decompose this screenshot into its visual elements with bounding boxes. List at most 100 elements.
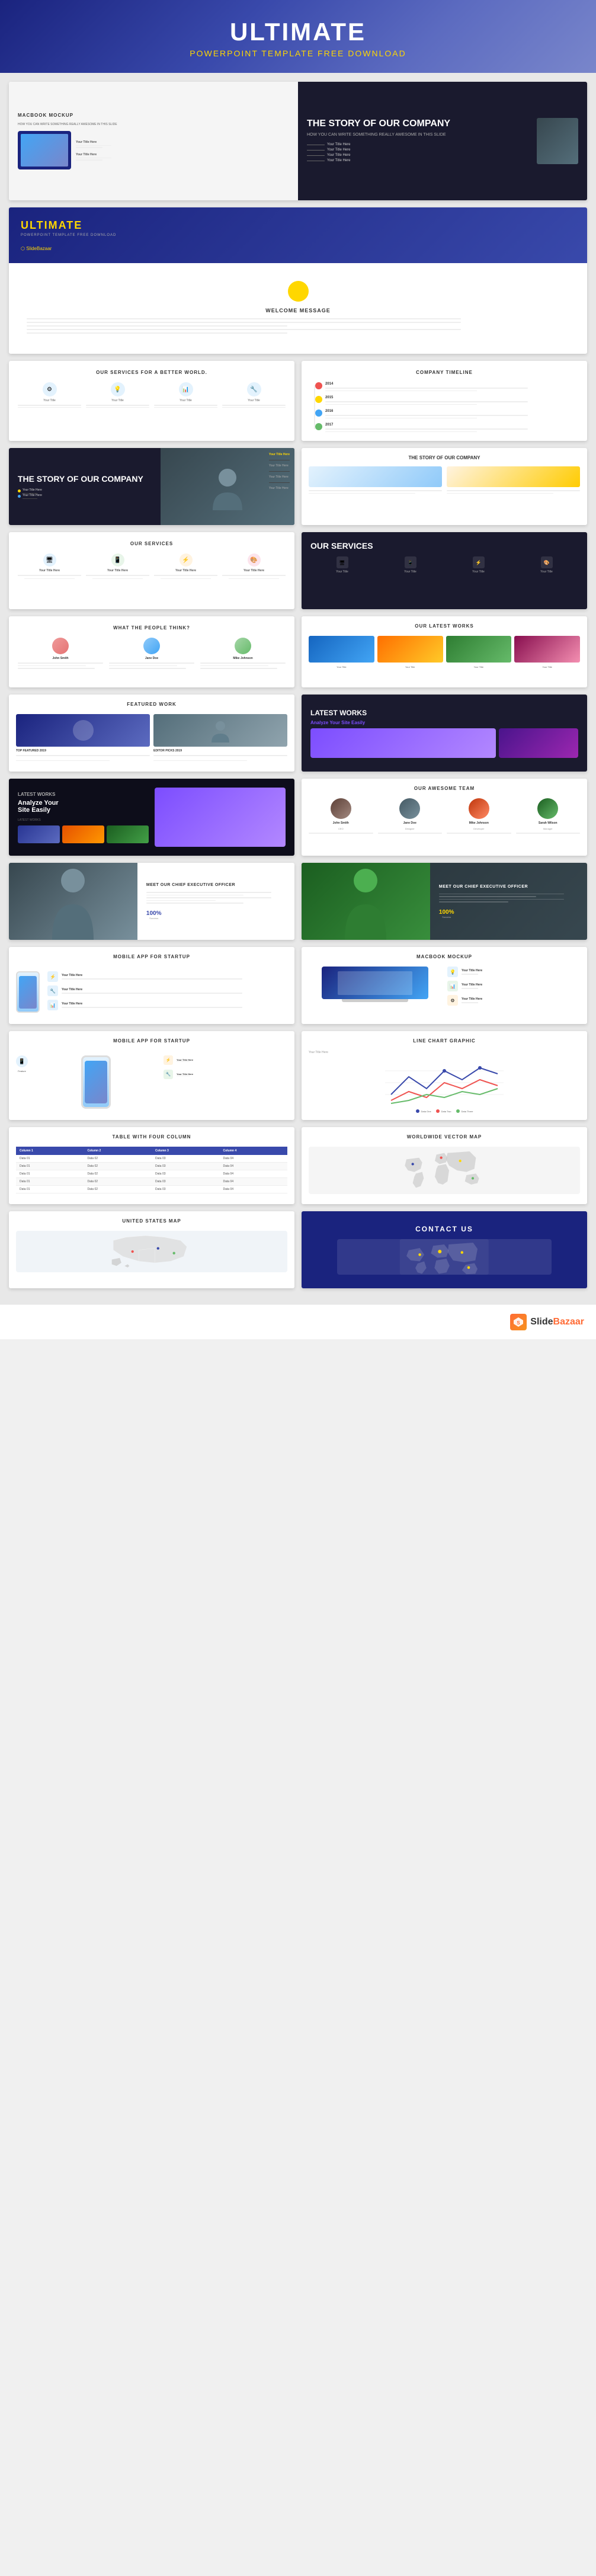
team-grid: John Smith CEO Jane Doe Designer Mike Jo… [309, 798, 580, 836]
page-footer: S SlideBazaar [0, 1304, 596, 1339]
service-dark-icon-3: ⚡ [473, 556, 485, 568]
timeline-item-1: 2014 [325, 382, 578, 391]
launch-thumb-2 [62, 825, 104, 843]
slidebazaar-bazaar: Bazaar [553, 1317, 584, 1327]
table-cell-2-3: Data 03 [152, 1163, 220, 1170]
t-line-1b [18, 665, 86, 667]
macbook-text-col2: Your Title Here [76, 153, 111, 161]
macbook-grid: 💡 Your Title Here 📊 Your Title Here [309, 967, 580, 1006]
service-dark-icon-2: 📱 [405, 556, 416, 568]
table-header-4: Column 4 [220, 1147, 288, 1155]
latest-dark-img-2 [499, 728, 578, 758]
testimonial-content: WHAT THE PEOPLE THINK? John Smith Jan [9, 616, 294, 687]
macbook-features-list: 💡 Your Title Here 📊 Your Title Here [447, 967, 580, 1006]
our-service-label-1: Your Title Here [39, 569, 60, 572]
testimonial-name-3: Mike Johnson [233, 657, 252, 660]
usa-map-content: UNITED STATES MAP [9, 1211, 294, 1288]
featured-circle-1 [73, 720, 94, 741]
featured-line-2a [153, 755, 287, 756]
our-service-line-4a [222, 575, 286, 576]
story-side-line-3 [269, 482, 290, 483]
timeline-content: COMPANY TIMELINE 2014 20 [302, 361, 587, 441]
launch-thumb-1 [18, 825, 60, 843]
featured-label-1: TOP FEATURED 2019 [16, 749, 150, 753]
team-photo-3 [469, 798, 489, 819]
slide-story-dark: THE STORY OF OUR COMPANY Your Title Here [9, 448, 294, 525]
service-line-4a [222, 405, 286, 406]
timeline-line-3 [325, 415, 528, 416]
slide-line-chart: LINE CHART GRAPHIC Your Title Here [302, 1031, 587, 1120]
mobile-feature-label-1: Your Title Here [62, 974, 287, 977]
macbook-feature-2: 📊 Your Title Here [447, 981, 580, 991]
contact-content: CONTACT US [302, 1211, 587, 1288]
team-photo-2 [399, 798, 420, 819]
service-label-4: Your Title [248, 399, 260, 402]
services-dark-title: OUR SERVICES [310, 541, 578, 551]
timeline-dot-4 [315, 423, 322, 430]
macbook-feature-label-3: Your Title Here [462, 997, 482, 1001]
contact-map-svg [337, 1239, 552, 1275]
story-side-text-3: Your Title Here [269, 487, 290, 490]
avatar-2 [143, 638, 160, 654]
slide-our-services-white: OUR SERVICES 🖥 Your Title Here 📱 Your Ti… [9, 532, 294, 609]
world-map-title: WORLDWIDE VECTOR MAP [309, 1134, 580, 1140]
story-title: THE STORY OF OUR COMPANY [307, 118, 531, 129]
ceo-stat-1: 100% Success [146, 910, 162, 920]
chart-subtitle: Your Title Here [309, 1051, 580, 1054]
story-person-svg [204, 463, 251, 510]
work-thumb-3 [446, 636, 512, 663]
slide-timeline: COMPANY TIMELINE 2014 20 [302, 361, 587, 441]
macbook-feature-label-2: Your Title Here [462, 983, 482, 987]
ceo-dark-stat-num: 100% [439, 909, 454, 916]
ceo-dark-stats: 100% Success [439, 909, 578, 919]
story-bullet-2: Your Title Here [18, 494, 152, 499]
slide-hero-inner: MACBOOK MOCKUP HOW YOU CAN WRITE SOMETHI… [9, 82, 587, 200]
ceo-dark-stat-label: Success [439, 916, 454, 919]
table-cell-5-2: Data 02 [84, 1186, 152, 1193]
team-photo-1 [331, 798, 351, 819]
t-line-1c [18, 668, 95, 669]
data-table: Column 1 Column 2 Column 3 Column 4 Data… [16, 1147, 287, 1193]
timeline-line-3b [325, 418, 477, 419]
slidebazaar-brand-text: SlideBazaar [530, 1317, 584, 1327]
table-cell-3-1: Data 01 [16, 1170, 84, 1178]
work-thumb-2 [377, 636, 443, 663]
macbook-device-img-1 [322, 967, 428, 999]
slidebazaar-icon: S [510, 1314, 527, 1330]
service-dark-3: ⚡ Your Title [447, 556, 510, 574]
bullet-text-1: Your Title Here [327, 143, 350, 146]
macbook-text-cols: Your Title Here Your Title Here [76, 140, 111, 161]
mobile-feature-line-1 [62, 978, 242, 980]
team-content: OUR AWESOME TEAM John Smith CEO Jane Doe… [302, 779, 587, 850]
timeline-year-4: 2017 [325, 423, 578, 427]
mobile-full-screen [85, 1061, 107, 1103]
work-label-2: Your Title [377, 665, 443, 668]
avatar-1 [52, 638, 69, 654]
story-bullet-dot-1 [18, 489, 21, 492]
mobile-full-feature-1: ⚡ Your Title Here [164, 1055, 287, 1065]
work-label-1: Your Title [309, 665, 374, 668]
mobile-full-fl-2: Your Title Here [177, 1073, 193, 1076]
slidebazaar-footer: S SlideBazaar [510, 1314, 584, 1330]
work-label-3: Your Title [446, 665, 512, 668]
service-dark-label-4: Your Title [540, 570, 553, 574]
slide-hero: MACBOOK MOCKUP HOW YOU CAN WRITE SOMETHI… [9, 82, 587, 200]
team-role-1: CEO [338, 827, 344, 830]
story-text: THE STORY OF OUR COMPANY HOW YOU CAN WRI… [307, 118, 531, 165]
macbook-device-img [18, 131, 71, 169]
slide-ceo-dark: MEET OUR CHIEF EXECUTIVE OFFICER 100% Su… [302, 863, 587, 940]
bullet-4: Your Title Here [307, 159, 531, 162]
slide-latest-dark: LATEST WORKS Analyze Your Site Easily [302, 695, 587, 772]
services-dark-content: OUR SERVICES 🖥 Your Title 📱 Your Title ⚡… [302, 532, 587, 609]
macbook-feature-icon-2: 📊 [447, 981, 458, 991]
testimonial-2: Jane Doe [109, 638, 194, 671]
company-story-col-1 [309, 466, 442, 495]
page-header: ULTIMATE POWERPOINT TEMPLATE FREE DOWNLO… [0, 0, 596, 73]
service-dark-label-3: Your Title [472, 570, 485, 574]
avatar-3 [235, 638, 251, 654]
row-10: MOBILE APP FOR STARTUP ⚡ Your Title Here [9, 947, 587, 1024]
macbook-feature-icon-1: 💡 [447, 967, 458, 977]
story-content: THE STORY OF OUR COMPANY HOW YOU CAN WRI… [307, 118, 578, 165]
timeline-content-1: 2014 [325, 382, 578, 391]
title-bullets: Your Title Here Your Title Here Your Tit… [307, 143, 531, 162]
